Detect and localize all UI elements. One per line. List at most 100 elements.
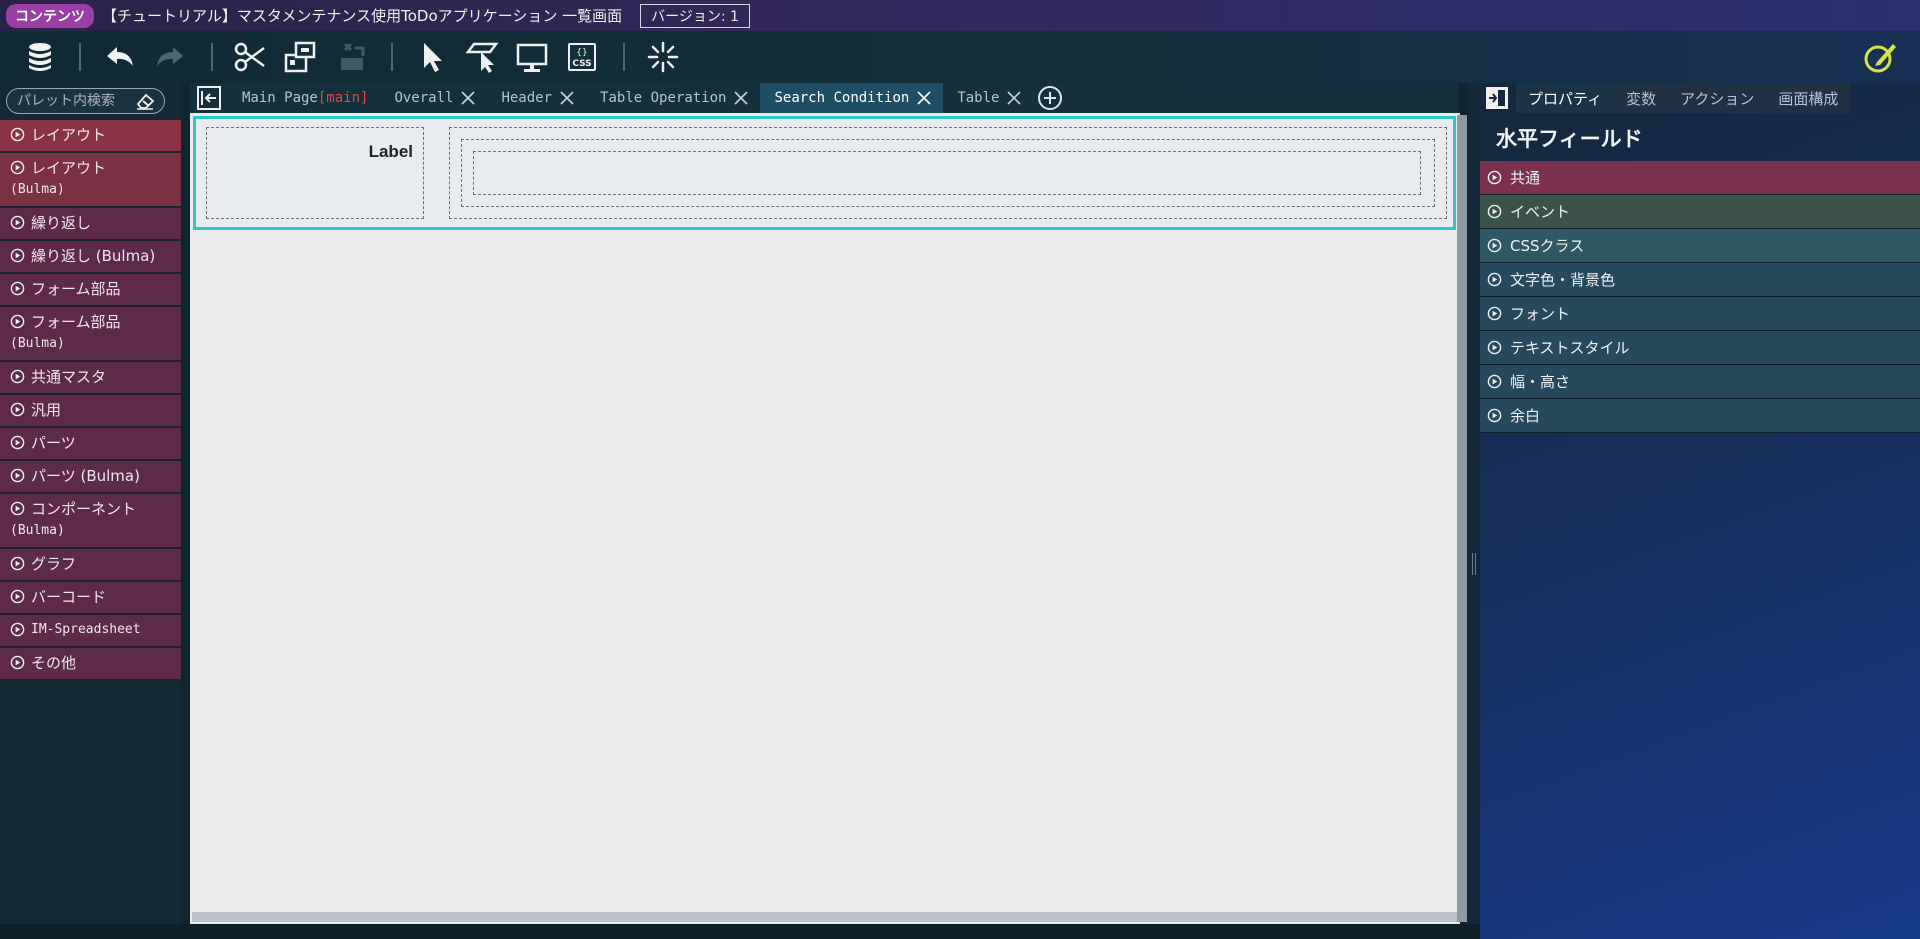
section-common[interactable]: 共通 [1480,161,1920,195]
preview-monitor-icon[interactable] [514,39,550,75]
horizontal-field[interactable]: Label [193,116,1456,230]
undo-icon[interactable] [102,39,138,75]
expand-icon [1487,204,1502,219]
tab-screen-structure[interactable]: 画面構成 [1766,83,1851,113]
palette-item-sublabel: (Bulma) [10,336,65,351]
section-label: CSSクラス [1510,237,1585,255]
collapse-properties-icon[interactable] [1484,85,1510,111]
canvas-horizontal-scrollbar[interactable] [192,912,1457,922]
palette-item-layout[interactable]: レイアウト [0,120,181,153]
css-icon[interactable]: {} CSS [564,39,600,75]
palette-item-parts[interactable]: パーツ [0,428,181,461]
field-cell[interactable] [449,127,1447,219]
main-tag: [main] [317,90,369,106]
label-cell[interactable]: Label [206,127,424,219]
section-margin[interactable]: 余白 [1480,399,1920,433]
section-font[interactable]: フォント [1480,297,1920,331]
splitter-grip[interactable] [1472,553,1476,575]
palette-item-component-bulma[interactable]: コンポーネント (Bulma) [0,494,181,549]
region-select-icon[interactable] [464,39,500,75]
component-icon[interactable] [282,39,318,75]
palette-item-label: IM-Spreadsheet [31,622,141,637]
panel-splitter[interactable] [1468,83,1480,939]
database-icon[interactable] [22,39,58,75]
section-label: テキストスタイル [1510,339,1630,357]
loading-icon[interactable] [645,39,681,75]
tab-header[interactable]: Header [487,83,586,113]
select-pointer-icon[interactable] [414,39,450,75]
tab-label: Table [957,90,1000,106]
redo-icon[interactable] [152,39,188,75]
add-tab-icon[interactable] [1037,85,1063,111]
palette-search-input[interactable] [7,93,135,109]
palette-item-repeat-bulma[interactable]: 繰り返し (Bulma) [0,241,181,274]
toolbar-divider [79,43,81,71]
toolbar-divider [623,43,625,71]
properties-tabs: プロパティ 変数 アクション 画面構成 [1480,83,1920,113]
section-text-style[interactable]: テキストスタイル [1480,331,1920,365]
tab-overall[interactable]: Overall [380,83,487,113]
palette-item-form-parts-bulma[interactable]: フォーム部品 (Bulma) [0,307,181,362]
cut-icon[interactable] [232,39,268,75]
tab-actions[interactable]: アクション [1668,83,1767,113]
field-inner-container[interactable] [473,151,1421,195]
eraser-icon[interactable] [135,91,155,111]
properties-panel: プロパティ 変数 アクション 画面構成 水平フィールド 共通 イベント CSSク… [1480,83,1920,939]
tab-table-operation[interactable]: Table Operation [586,83,760,113]
tab-label: Header [501,90,553,106]
canvas-vertical-scrollbar[interactable] [1457,115,1467,922]
palette-item-layout-bulma[interactable]: レイアウト (Bulma) [0,153,181,208]
section-text-bg-color[interactable]: 文字色・背景色 [1480,263,1920,297]
tab-table[interactable]: Table [943,83,1033,113]
tab-label: Overall [394,90,454,106]
collapse-palette-icon[interactable] [196,85,222,111]
palette-item-general[interactable]: 汎用 [0,395,181,428]
palette-item-other[interactable]: その他 [0,648,181,681]
expand-icon [10,248,25,263]
tab-search-condition[interactable]: Search Condition [760,83,944,113]
content-badge: コンテンツ [6,3,94,28]
close-icon[interactable] [917,91,931,105]
toolbar: {} CSS [0,31,1920,83]
expand-icon [10,402,25,417]
close-icon[interactable] [461,91,476,105]
palette-item-label: グラフ [31,555,77,573]
edit-icon[interactable] [1862,39,1898,75]
palette-list: レイアウト レイアウト (Bulma) 繰り返し 繰り返し (Bulma) フォー… [0,120,181,681]
section-event[interactable]: イベント [1480,195,1920,229]
palette-item-parts-bulma[interactable]: パーツ (Bulma) [0,461,181,494]
close-icon[interactable] [734,91,749,105]
palette-item-sublabel: (Bulma) [10,523,65,538]
close-icon[interactable] [560,91,574,105]
palette-item-label: コンポーネント [31,500,137,518]
expand-icon [10,589,25,604]
section-width-height[interactable]: 幅・高さ [1480,365,1920,399]
expand-icon [10,281,25,296]
tab-variables[interactable]: 変数 [1614,83,1669,113]
expand-icon [10,435,25,450]
palette-item-barcode[interactable]: バーコード [0,582,181,615]
label-text: Label [368,142,413,161]
expand-icon [10,369,25,384]
palette-item-im-spreadsheet[interactable]: IM-Spreadsheet [0,615,181,648]
remove-layer-icon[interactable] [334,39,370,75]
palette-item-label: 共通マスタ [31,368,107,386]
tab-main-page[interactable]: Main Page [main] [228,83,380,113]
tab-properties[interactable]: プロパティ [1516,83,1615,113]
palette-item-label: 繰り返し (Bulma) [31,247,156,265]
design-canvas[interactable]: Label [190,113,1460,924]
expand-icon [10,468,25,483]
palette-item-label: レイアウト [31,159,107,177]
close-icon[interactable] [1007,91,1022,105]
field-container[interactable] [461,139,1435,207]
section-css-class[interactable]: CSSクラス [1480,229,1920,263]
expand-icon [1487,306,1502,321]
svg-text:{}: {} [576,48,587,58]
toolbar-divider [211,43,213,71]
palette-item-form-parts[interactable]: フォーム部品 [0,274,181,307]
palette-item-graph[interactable]: グラフ [0,549,181,582]
palette-item-common-master[interactable]: 共通マスタ [0,362,181,395]
property-sections: 共通 イベント CSSクラス 文字色・背景色 フォント テキストスタイル 幅・高… [1480,161,1920,433]
status-strip [0,924,1480,939]
palette-item-repeat[interactable]: 繰り返し [0,208,181,241]
